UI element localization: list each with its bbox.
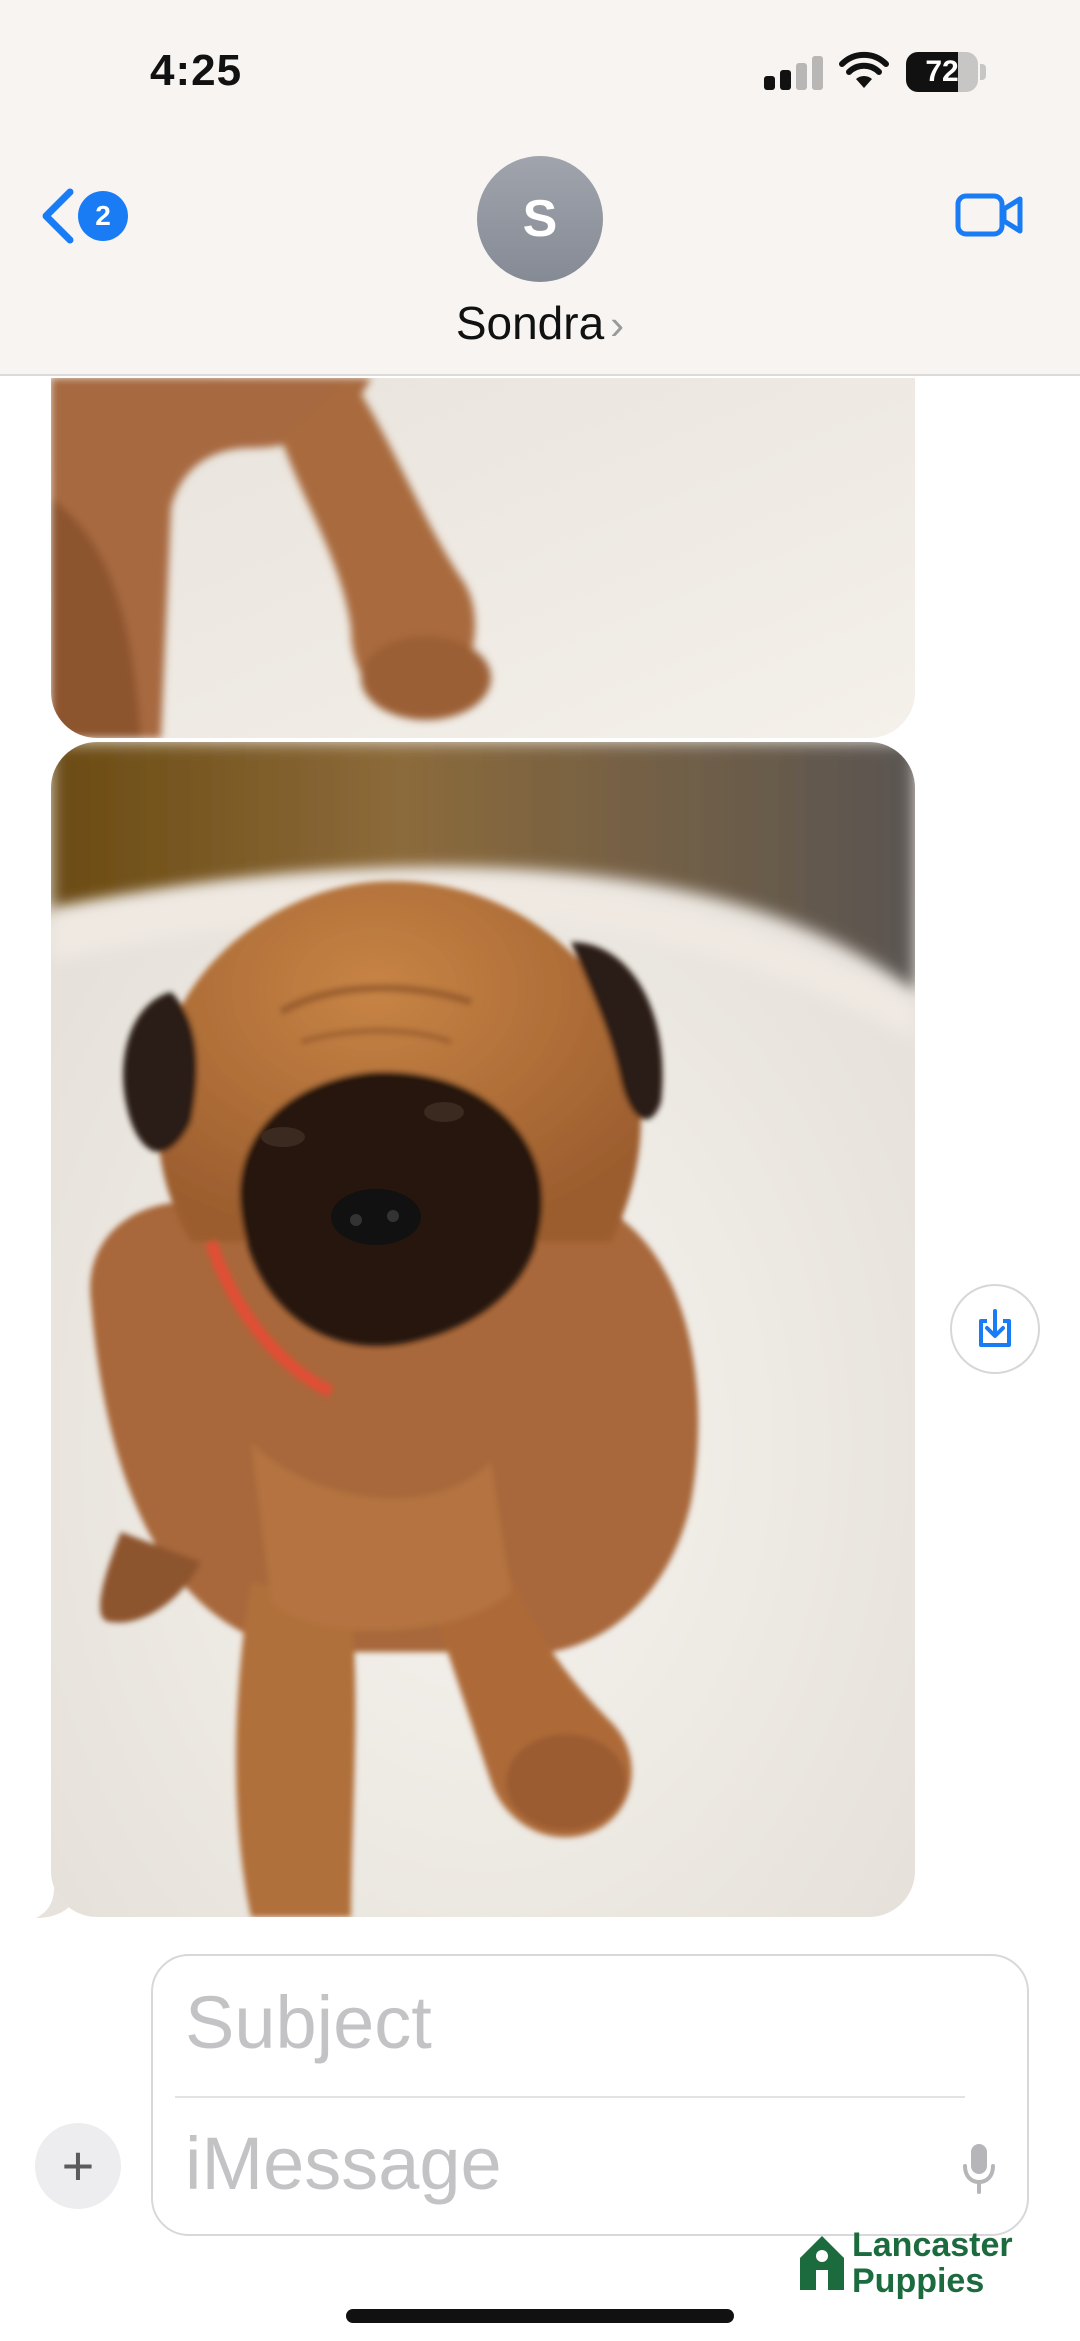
house-logo-icon <box>800 2236 844 2290</box>
bubble-tail <box>36 1888 70 1918</box>
video-call-icon[interactable] <box>954 190 1026 240</box>
battery-tip <box>980 64 986 80</box>
imessage-field[interactable]: iMessage <box>185 2118 885 2210</box>
contact-name-button[interactable]: Sondra › <box>0 296 1080 350</box>
chevron-left-icon <box>42 188 74 244</box>
status-time: 4:25 <box>150 46 243 95</box>
microphone-icon[interactable] <box>961 2142 997 2194</box>
download-icon <box>979 1309 1011 1347</box>
battery-level: 72 <box>925 55 959 88</box>
lancaster-puppies-logo: Lancaster Puppies <box>796 2228 1046 2298</box>
wifi-icon <box>839 51 889 88</box>
add-attachment-button[interactable]: + <box>35 2123 121 2209</box>
home-indicator[interactable] <box>346 2309 734 2323</box>
cellular-signal-icon <box>764 56 824 90</box>
save-photo-button[interactable] <box>950 1284 1040 1374</box>
subject-field[interactable]: Subject <box>185 1978 965 2068</box>
conversation-header: 4:25 72 2 S Sondra › <box>0 0 1080 376</box>
unread-count-badge: 2 <box>78 191 128 241</box>
puppy-legs-photo[interactable] <box>51 378 915 738</box>
bullmastiff-puppy-photo[interactable] <box>51 742 915 1917</box>
chevron-right-icon: › <box>610 301 625 348</box>
logo-line-1: Lancaster <box>852 2226 1013 2264</box>
message-composer: Subject iMessage <box>151 1954 1029 2236</box>
composer-divider <box>175 2096 965 2098</box>
contact-avatar[interactable]: S <box>477 156 603 282</box>
logo-line-2: Puppies <box>852 2262 985 2300</box>
battery-icon: 72 <box>906 52 978 92</box>
back-button[interactable]: 2 <box>40 184 140 248</box>
contact-name: Sondra <box>455 297 605 349</box>
